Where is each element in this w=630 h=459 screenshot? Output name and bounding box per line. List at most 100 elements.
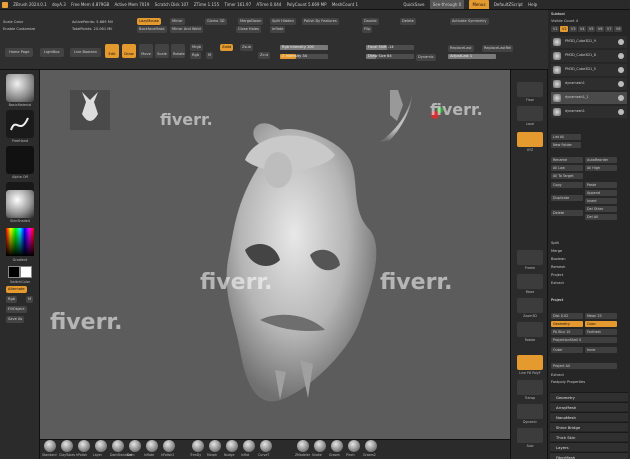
extract-header[interactable]: Extract bbox=[551, 373, 564, 377]
version-v6[interactable]: V6 bbox=[596, 26, 604, 32]
flip-button[interactable]: Flip bbox=[362, 26, 373, 33]
save-as-button[interactable]: Save As bbox=[6, 316, 25, 323]
remesh-section[interactable]: Remesh bbox=[551, 265, 565, 269]
all-to-target-button[interactable]: All To Target bbox=[551, 173, 583, 179]
subtool-item[interactable]: dynamesh1 bbox=[551, 78, 627, 90]
projection-shell-slider[interactable]: ProjectionShell 0 bbox=[551, 337, 617, 343]
new-folder-button[interactable]: New Folder bbox=[551, 142, 581, 148]
seethrough-slider[interactable]: See-through 0 bbox=[429, 0, 465, 9]
section-thick-skin[interactable]: Thick Skin bbox=[550, 432, 628, 441]
lazymouse-button[interactable]: LazyMouse bbox=[137, 18, 161, 25]
brush-curvet-icon[interactable] bbox=[260, 440, 272, 452]
section-geometry[interactable]: Geometry bbox=[550, 392, 628, 401]
eye-icon[interactable] bbox=[618, 81, 624, 87]
split-section[interactable]: Split bbox=[551, 241, 559, 245]
append-button[interactable]: Append bbox=[585, 190, 617, 196]
pa-blur-slider[interactable]: PA Blur 10 bbox=[551, 329, 583, 335]
zcut-button[interactable]: Zcut bbox=[258, 52, 271, 59]
dynamic-view-button[interactable] bbox=[517, 404, 543, 419]
double-button[interactable]: Double bbox=[362, 18, 379, 25]
brush-pinch-icon[interactable] bbox=[348, 440, 360, 452]
skin-shade-icon[interactable] bbox=[6, 190, 34, 218]
color-picker[interactable] bbox=[6, 228, 34, 256]
polish-features-button[interactable]: Polish By Features bbox=[302, 18, 339, 25]
rename-button[interactable]: Rename bbox=[551, 157, 583, 163]
section-arraymesh[interactable]: ArrayMesh bbox=[550, 402, 628, 411]
all-high-button[interactable]: All High bbox=[585, 165, 617, 171]
alternate-button[interactable]: Alternate bbox=[6, 286, 27, 293]
section-shine-bridge[interactable]: Shine Bridge bbox=[550, 422, 628, 431]
move-view-button[interactable] bbox=[517, 274, 543, 289]
menus-button[interactable]: Menus bbox=[469, 0, 489, 9]
copy-button[interactable]: Copy bbox=[551, 182, 583, 188]
stroke-freehand-icon[interactable] bbox=[6, 110, 34, 138]
project-section-link[interactable]: Project bbox=[551, 273, 563, 277]
version-v4[interactable]: V4 bbox=[578, 26, 586, 32]
mergedown-button[interactable]: MergeDown bbox=[238, 18, 264, 25]
outer-toggle[interactable]: Outer bbox=[551, 347, 583, 353]
zoom3d-button[interactable] bbox=[517, 298, 543, 313]
dynamic-button[interactable]: Dynamic bbox=[416, 54, 436, 61]
activate-symmetry-button[interactable]: Activate Symmetry bbox=[450, 18, 489, 25]
brush-trimdy-icon[interactable] bbox=[192, 440, 204, 452]
brush-nudge-icon[interactable] bbox=[226, 440, 238, 452]
solo-view-button[interactable] bbox=[517, 428, 543, 443]
brush-claytubes-icon[interactable] bbox=[61, 440, 73, 452]
rotate-view-button[interactable] bbox=[517, 322, 543, 337]
line-fill-button[interactable] bbox=[517, 355, 543, 370]
color-toggle[interactable]: Color bbox=[585, 321, 617, 327]
enable-customize-label[interactable]: Enable Customize bbox=[3, 27, 35, 31]
brush-dam-icon[interactable] bbox=[129, 440, 141, 452]
brush-standard-icon[interactable] bbox=[44, 440, 56, 452]
version-v2[interactable]: V2 bbox=[560, 26, 568, 32]
floor-button[interactable] bbox=[517, 82, 543, 97]
mirror-button[interactable]: Mirror bbox=[170, 18, 185, 25]
quicksave-button[interactable]: QuickSave bbox=[403, 0, 424, 9]
del-other-button[interactable]: Del Other bbox=[585, 206, 617, 212]
duplicate-button[interactable]: Duplicate bbox=[551, 195, 583, 201]
dist-slider[interactable]: Dist 0.02 bbox=[551, 313, 583, 319]
backface-mask-button[interactable]: BackfaceMask bbox=[137, 26, 167, 33]
local-button[interactable] bbox=[517, 106, 543, 121]
brush-snake-icon[interactable] bbox=[314, 440, 326, 452]
brush-inflat-icon[interactable] bbox=[243, 440, 255, 452]
edit-button[interactable]: Edit bbox=[105, 44, 119, 58]
fastpoly-properties[interactable]: Fastpoly Properties bbox=[551, 380, 585, 384]
secondary-color-swatch[interactable] bbox=[20, 266, 32, 278]
subtool-item[interactable]: dynamesh1 bbox=[551, 106, 627, 118]
home-page-button[interactable]: Home Page bbox=[5, 48, 34, 57]
subtool-item[interactable]: dynamesh1_1 bbox=[551, 92, 627, 104]
brush-inflate-icon[interactable] bbox=[146, 440, 158, 452]
geometry-toggle[interactable]: Geometry bbox=[551, 321, 583, 327]
all-low-button[interactable]: All Low bbox=[551, 165, 583, 171]
mean-slider[interactable]: Mean 25 bbox=[585, 313, 617, 319]
version-v5[interactable]: V5 bbox=[587, 26, 595, 32]
version-v8[interactable]: V8 bbox=[614, 26, 622, 32]
zsub-button[interactable]: Zsub bbox=[240, 44, 253, 51]
subtool-item[interactable]: PM3D_Cube3D1_8 bbox=[551, 50, 627, 62]
brush-groom2-icon[interactable] bbox=[365, 440, 377, 452]
subtool-item[interactable]: PM3D_Cube3D1_9 bbox=[551, 36, 627, 48]
eye-icon[interactable] bbox=[618, 67, 624, 73]
live-boolean-button[interactable]: Live Boolean bbox=[70, 48, 102, 57]
material-sphere-icon[interactable] bbox=[6, 74, 34, 102]
fill-object-button[interactable]: FillObject bbox=[6, 306, 27, 313]
tray-delete-button[interactable]: Delete bbox=[551, 210, 583, 216]
m-button[interactable]: M bbox=[206, 52, 214, 59]
xyz-button[interactable] bbox=[517, 132, 543, 147]
version-v7[interactable]: V7 bbox=[605, 26, 613, 32]
transp-button[interactable] bbox=[517, 380, 543, 395]
subtool-item[interactable]: PM3D_Cube3D1_5 bbox=[551, 64, 627, 76]
brush-morph-icon[interactable] bbox=[209, 440, 221, 452]
paste-button[interactable]: Paste bbox=[585, 182, 617, 188]
inner-toggle[interactable]: Inner bbox=[585, 347, 617, 353]
version-v3[interactable]: V3 bbox=[569, 26, 577, 32]
switch-color-button[interactable]: SwitchColor bbox=[0, 280, 40, 284]
subtool-title[interactable]: Subtool bbox=[551, 12, 565, 16]
rgb-button[interactable]: Rgb bbox=[190, 52, 202, 59]
rotate-button[interactable]: Rotate bbox=[171, 44, 185, 58]
replace-last-button[interactable]: ReplaceLast bbox=[448, 45, 474, 52]
default-zscript[interactable]: DefaultZScript bbox=[494, 0, 523, 9]
eye-icon[interactable] bbox=[618, 53, 624, 59]
eye-icon[interactable] bbox=[618, 109, 624, 115]
